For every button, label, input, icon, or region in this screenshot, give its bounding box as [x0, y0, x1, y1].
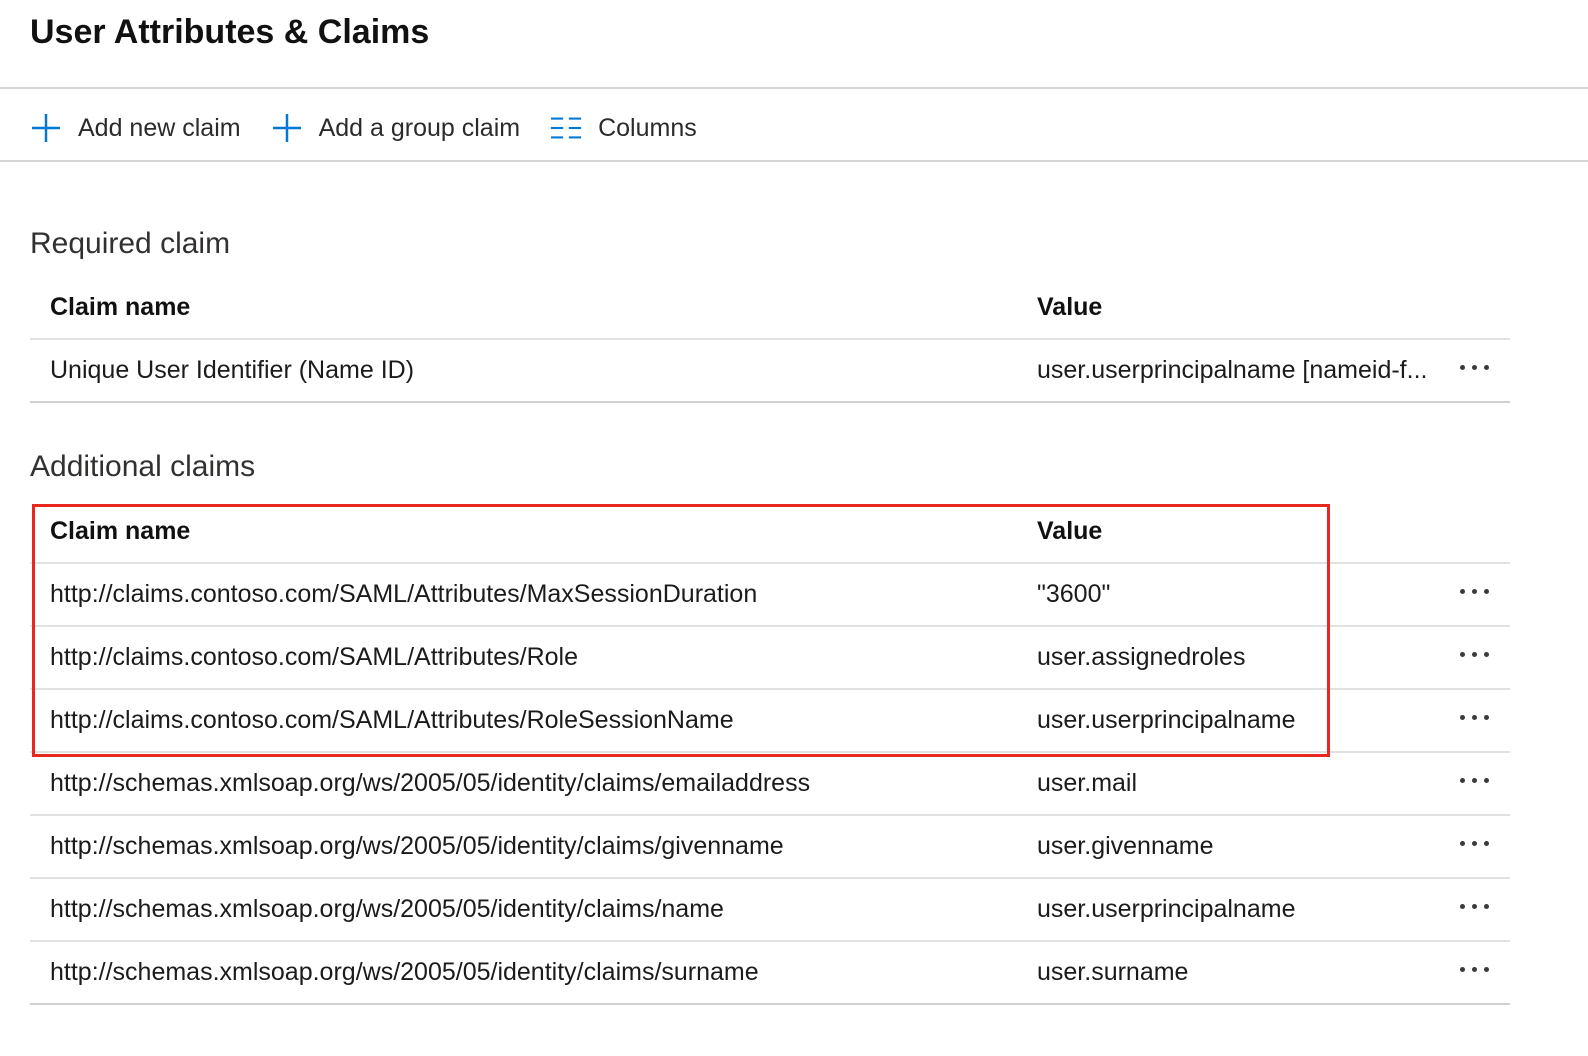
claim-value-cell: "3600" [1037, 580, 1111, 608]
claim-name-header: Claim name [50, 292, 191, 321]
plus-icon [271, 112, 303, 144]
more-options-button[interactable] [1456, 640, 1496, 670]
claim-value-cell: user.mail [1037, 769, 1138, 797]
ellipsis-icon [1460, 589, 1489, 594]
header-divider [0, 87, 1588, 89]
claim-name-cell: http://schemas.xmlsoap.org/ws/2005/05/id… [50, 895, 724, 923]
claim-name-cell: http://claims.contoso.com/SAML/Attribute… [50, 706, 734, 734]
table-row[interactable]: http://claims.contoso.com/SAML/Attribute… [30, 564, 1510, 627]
table-header: Claim name Value [30, 276, 1510, 340]
add-group-claim-button[interactable]: Add a group claim [271, 98, 521, 158]
ellipsis-icon [1460, 778, 1489, 783]
columns-icon [550, 112, 582, 144]
ellipsis-icon [1460, 967, 1489, 972]
more-options-button[interactable] [1456, 955, 1496, 985]
add-new-claim-button[interactable]: Add new claim [30, 98, 241, 158]
table-row[interactable]: http://schemas.xmlsoap.org/ws/2005/05/id… [30, 816, 1510, 879]
more-options-button[interactable] [1456, 577, 1496, 607]
more-options-button[interactable] [1456, 766, 1496, 796]
table-header: Claim name Value [30, 500, 1510, 564]
table-row[interactable]: http://schemas.xmlsoap.org/ws/2005/05/id… [30, 753, 1510, 816]
columns-button[interactable]: Columns [550, 98, 697, 158]
claim-value-cell: user.surname [1037, 958, 1189, 986]
plus-icon [30, 112, 62, 144]
claim-name-cell: http://schemas.xmlsoap.org/ws/2005/05/id… [50, 832, 784, 860]
table-row[interactable]: http://claims.contoso.com/SAML/Attribute… [30, 627, 1510, 690]
additional-claims-table: Claim name Value http://claims.contoso.c… [30, 500, 1510, 1005]
columns-label: Columns [598, 113, 697, 142]
ellipsis-icon [1460, 841, 1489, 846]
add-group-claim-label: Add a group claim [318, 113, 521, 142]
claim-value-cell: user.userprincipalname [nameid-f... [1037, 356, 1428, 384]
command-bar: Add new claim Add a group claim Columns [30, 98, 727, 158]
ellipsis-icon [1460, 652, 1489, 657]
ellipsis-icon [1460, 904, 1489, 909]
claim-value-cell: user.userprincipalname [1037, 895, 1296, 923]
value-header: Value [1037, 292, 1103, 321]
claim-name-cell: Unique User Identifier (Name ID) [50, 356, 415, 384]
more-options-button[interactable] [1456, 829, 1496, 859]
claim-value-cell: user.givenname [1037, 832, 1214, 860]
page-title: User Attributes & Claims [30, 13, 430, 51]
additional-claims-heading: Additional claims [30, 450, 256, 483]
table-row[interactable]: Unique User Identifier (Name ID) user.us… [30, 340, 1510, 403]
claim-name-cell: http://claims.contoso.com/SAML/Attribute… [50, 580, 758, 608]
claim-value-cell: user.assignedroles [1037, 643, 1246, 671]
claim-value-cell: user.userprincipalname [1037, 706, 1296, 734]
table-row[interactable]: http://schemas.xmlsoap.org/ws/2005/05/id… [30, 942, 1510, 1005]
toolbar-divider [0, 160, 1588, 162]
more-options-button[interactable] [1456, 703, 1496, 733]
ellipsis-icon [1460, 365, 1489, 370]
table-row[interactable]: http://claims.contoso.com/SAML/Attribute… [30, 690, 1510, 753]
claim-name-header: Claim name [50, 516, 191, 545]
ellipsis-icon [1460, 715, 1489, 720]
claim-name-cell: http://claims.contoso.com/SAML/Attribute… [50, 643, 578, 671]
more-options-button[interactable] [1456, 892, 1496, 922]
value-header: Value [1037, 516, 1103, 545]
required-claim-heading: Required claim [30, 227, 231, 260]
add-new-claim-label: Add new claim [78, 113, 241, 142]
required-claims-table: Claim name Value Unique User Identifier … [30, 276, 1510, 403]
table-row[interactable]: http://schemas.xmlsoap.org/ws/2005/05/id… [30, 879, 1510, 942]
claim-name-cell: http://schemas.xmlsoap.org/ws/2005/05/id… [50, 769, 811, 797]
claim-name-cell: http://schemas.xmlsoap.org/ws/2005/05/id… [50, 958, 759, 986]
more-options-button[interactable] [1456, 353, 1496, 383]
